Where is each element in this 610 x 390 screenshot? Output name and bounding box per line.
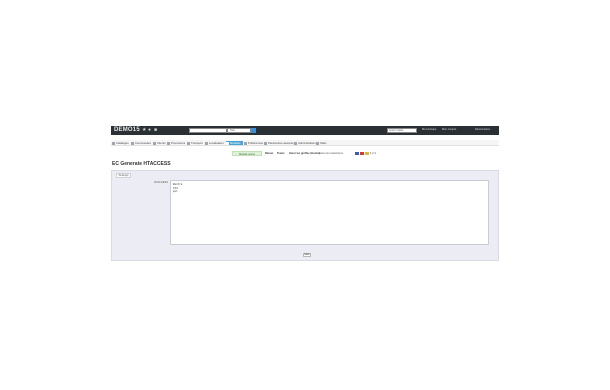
save-button[interactable]: Save: [303, 253, 311, 257]
menu-item-label: Stats: [320, 141, 327, 145]
menu-item-catalogue[interactable]: Catalogue: [112, 141, 129, 145]
chat-icon[interactable]: ■: [154, 127, 157, 134]
menu-item-orders[interactable]: Commandes: [131, 141, 151, 145]
flag-es-icon[interactable]: [365, 152, 369, 155]
htaccess-label: HTACCESS: [154, 181, 168, 184]
top-header: DEMO15 ★ ● ■ Tout Accès rapide Ma boutiq…: [111, 126, 499, 135]
menu-item-label: Administration: [298, 141, 316, 145]
back-link[interactable]: Retour: [265, 151, 273, 156]
module-status-badge: Module activé: [232, 151, 262, 156]
globe-icon: [205, 142, 208, 145]
admin-app: DEMO15 ★ ● ■ Tout Accès rapide Ma boutiq…: [111, 126, 499, 261]
htaccess-textarea[interactable]: #extra fdd pol: [170, 180, 489, 245]
menu-item-localization[interactable]: Localisation: [205, 141, 224, 145]
menu-item-label: Paramètres avancés: [268, 141, 294, 145]
puzzle-icon: [226, 142, 229, 145]
my-shop-link[interactable]: Ma boutique: [422, 128, 436, 132]
search-button[interactable]: [251, 128, 256, 133]
menu-item-preferences[interactable]: Préférences: [244, 141, 263, 145]
menu-item-label: Clients: [157, 141, 166, 145]
manage-translations-label: Gérer les traductions: [319, 152, 344, 155]
settings-panel: Settings HTACCESS #extra fdd pol Save: [111, 170, 499, 261]
logout-link[interactable]: Déconnexion: [475, 128, 490, 132]
language-codes[interactable]: 1 2 3: [370, 151, 376, 156]
main-menu: Catalogue Commandes Clients Promotions T…: [111, 140, 499, 146]
menu-item-shipping[interactable]: Transport: [187, 141, 203, 145]
search-input[interactable]: [189, 128, 227, 133]
test-link[interactable]: Tester: [277, 151, 285, 156]
gear-icon: [244, 142, 247, 145]
shop-name[interactable]: DEMO15: [114, 126, 140, 135]
menu-item-label: Transport: [191, 141, 203, 145]
manage-hooks-link[interactable]: Gérer les greffes (Hooks): [289, 151, 320, 156]
menu-item-label: Modules: [230, 141, 241, 145]
menu-item-label: Commandes: [135, 141, 151, 145]
flag-fr-icon[interactable]: [360, 152, 364, 155]
cart-icon[interactable]: ★: [142, 127, 146, 134]
truck-icon: [187, 142, 190, 145]
menu-item-label: Catalogue: [116, 141, 129, 145]
code-line: pol: [173, 190, 178, 193]
tag-icon: [167, 142, 170, 145]
cart-icon: [131, 142, 134, 145]
wrench-icon: [264, 142, 267, 145]
chart-icon: [316, 142, 319, 145]
users-icon: [153, 142, 156, 145]
menu-item-modules[interactable]: Modules: [226, 141, 243, 145]
menu-item-label: Promotions: [171, 141, 186, 145]
book-icon: [112, 142, 115, 145]
menu-item-stats[interactable]: Stats: [316, 141, 326, 145]
menu-item-promotions[interactable]: Promotions: [167, 141, 185, 145]
page-title: EC Generate HTACCESS: [112, 161, 171, 167]
quick-access-input[interactable]: Accès rapide: [387, 128, 417, 133]
user-icon[interactable]: ●: [148, 127, 151, 134]
menu-item-administration[interactable]: Administration: [294, 141, 316, 145]
tab-settings[interactable]: Settings: [116, 173, 131, 178]
menu-item-label: Localisation: [209, 141, 224, 145]
key-icon: [294, 142, 297, 145]
flag-en-icon[interactable]: [355, 152, 359, 155]
menu-item-label: Préférences: [248, 141, 264, 145]
search-scope-select[interactable]: Tout: [227, 128, 251, 133]
menu-item-advanced-parameters[interactable]: Paramètres avancés: [264, 141, 294, 145]
my-account-link[interactable]: Mon compte: [442, 128, 456, 132]
menu-item-customers[interactable]: Clients: [153, 141, 166, 145]
